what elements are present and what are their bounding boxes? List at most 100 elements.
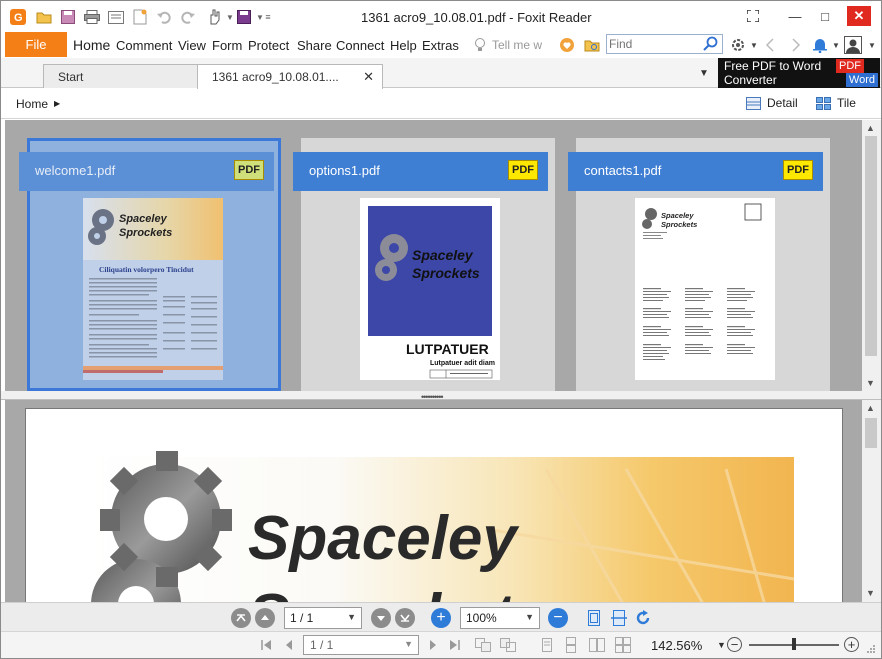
save-icon[interactable] (59, 8, 77, 26)
thumb-brand-line1: Spaceley (119, 213, 168, 225)
pdf-page: Spaceley Sprockets (25, 408, 843, 602)
properties-icon[interactable] (107, 8, 125, 26)
restore-button[interactable]: □ (813, 6, 837, 26)
status-page-value: 1 / 1 (310, 638, 334, 652)
previous-page-icon[interactable] (255, 608, 275, 628)
menu-protect[interactable]: Protect (248, 38, 289, 53)
breadcrumb-home[interactable]: Home (16, 97, 48, 111)
menu-form[interactable]: Form (212, 38, 242, 53)
portfolio-file-card[interactable]: welcome1.pdf PDF Spaceley Sprockets Cili… (19, 138, 281, 391)
next-view-icon[interactable] (500, 637, 516, 653)
find-input[interactable] (609, 36, 701, 52)
menu-connect[interactable]: Connect (336, 38, 384, 53)
status-page-combo[interactable]: 1 / 1 ▼ (303, 635, 419, 655)
tab-document[interactable]: 1361 acro9_10.08.01.... ✕ (197, 64, 383, 89)
rotate-view-icon[interactable] (633, 608, 653, 628)
tab-start[interactable]: Start (43, 64, 199, 88)
breadcrumb-arrow-icon[interactable]: ▶ (54, 99, 60, 108)
search-folder-icon[interactable] (583, 36, 601, 54)
menu-help[interactable]: Help (390, 38, 417, 53)
zoom-in-icon[interactable]: + (431, 608, 451, 628)
fullscreen-icon[interactable] (741, 6, 765, 26)
portfolio-file-card[interactable]: options1.pdf PDF Spaceley Sprockets LUTP… (293, 138, 555, 391)
last-page-icon[interactable] (395, 608, 415, 628)
lightbulb-icon (475, 38, 485, 51)
redo-icon[interactable] (179, 8, 197, 26)
open-folder-icon[interactable] (35, 8, 53, 26)
fit-width-icon[interactable] (609, 608, 629, 628)
scroll-down-icon[interactable]: ▼ (866, 588, 875, 598)
fit-page-icon[interactable] (584, 608, 604, 628)
document-scrollbar[interactable]: ▲ ▼ (862, 400, 881, 602)
resize-grip-icon[interactable] (863, 641, 879, 657)
close-tab-icon[interactable]: ✕ (363, 69, 374, 85)
thumb-heading: Ciliquatin volorpero Tincidut (99, 265, 194, 274)
zoom-out-small-icon[interactable]: − (727, 637, 742, 652)
scrollbar-thumb[interactable] (865, 418, 877, 448)
single-page-icon[interactable] (539, 637, 555, 653)
print-icon[interactable] (83, 8, 101, 26)
page-number-combo[interactable]: 1 / 1 ▼ (284, 607, 362, 629)
portfolio-scrollbar[interactable]: ▲ ▼ (862, 120, 881, 391)
menu-view[interactable]: View (178, 38, 206, 53)
customize-toolbar-icon[interactable]: ≡ (259, 8, 277, 26)
thumb-brand-line1: Spaceley (412, 247, 474, 263)
file-menu-button[interactable]: File (5, 32, 67, 57)
zoom-slider-thumb[interactable] (792, 638, 796, 650)
next-result-icon[interactable] (787, 36, 805, 54)
new-document-icon[interactable] (131, 8, 149, 26)
zoom-level-value: 100% (466, 611, 497, 625)
minimize-button[interactable]: — (783, 6, 807, 26)
next-page-icon[interactable] (371, 608, 391, 628)
status-first-page-icon[interactable] (258, 637, 274, 653)
menu-share[interactable]: Share (297, 38, 332, 53)
zoom-level-combo[interactable]: 100% ▼ (460, 607, 540, 629)
previous-view-icon[interactable] (475, 637, 491, 653)
menu-home[interactable]: Home (73, 37, 110, 53)
tab-list-dropdown-icon[interactable]: ▼ (699, 68, 709, 79)
status-zoom-percent[interactable]: 142.56% (651, 638, 702, 653)
undo-icon[interactable] (155, 8, 173, 26)
tile-view-button[interactable]: Tile (816, 96, 856, 110)
menu-comment[interactable]: Comment (116, 38, 172, 53)
search-icon[interactable] (703, 36, 719, 52)
scroll-up-icon[interactable]: ▲ (866, 403, 875, 413)
detail-view-button[interactable]: Detail (746, 96, 798, 110)
foxit-reader-window: G ▼ ▼ ≡ 1361 acro9_10.08.01.pdf - Foxit … (0, 0, 882, 659)
foxit-logo-icon[interactable]: G (9, 8, 27, 26)
continuous-page-icon[interactable] (563, 637, 579, 653)
status-next-page-icon[interactable] (425, 637, 441, 653)
notification-dropdown-icon[interactable]: ▼ (827, 36, 845, 54)
pdf-to-word-promo-banner[interactable]: Free PDF to Word Converter PDF Word (718, 58, 880, 88)
previous-result-icon[interactable] (761, 36, 779, 54)
tell-me-box[interactable]: Tell me w (474, 35, 552, 55)
scrollbar-thumb[interactable] (865, 136, 877, 356)
portfolio-file-card[interactable]: contacts1.pdf PDF Spaceley Sprockets (568, 138, 830, 391)
chevron-down-icon: ▼ (347, 612, 356, 622)
detail-view-label: Detail (767, 96, 798, 110)
first-page-icon[interactable] (231, 608, 251, 628)
tell-me-label: Tell me w (492, 38, 543, 52)
scroll-down-icon[interactable]: ▼ (866, 378, 875, 388)
user-account-icon[interactable] (844, 36, 862, 54)
user-account-dropdown-icon[interactable]: ▼ (863, 36, 881, 54)
feedback-icon[interactable] (558, 36, 576, 54)
pane-splitter[interactable]: •••••••••• (1, 391, 881, 402)
file-card-header: options1.pdf PDF (293, 152, 548, 191)
pdf-file-icon: PDF (783, 160, 813, 180)
zoom-dropdown-icon[interactable]: ▼ (717, 640, 726, 650)
promo-word-badge: Word (845, 73, 878, 87)
menu-extras[interactable]: Extras (422, 38, 459, 53)
close-window-button[interactable]: ✕ (847, 6, 871, 26)
continuous-facing-icon[interactable] (615, 637, 631, 653)
facing-pages-icon[interactable] (589, 637, 605, 653)
scroll-up-icon[interactable]: ▲ (866, 123, 875, 133)
zoom-in-small-icon[interactable]: + (844, 637, 859, 652)
status-last-page-icon[interactable] (447, 637, 463, 653)
zoom-out-icon[interactable]: − (548, 608, 568, 628)
status-previous-page-icon[interactable] (281, 637, 297, 653)
thumb-brand-line2: Sprockets (412, 265, 480, 281)
window-title: 1361 acro9_10.08.01.pdf - Foxit Reader (361, 10, 592, 25)
file-thumbnail: Spaceley Sprockets Ciliquatin volorpero … (83, 198, 223, 380)
tile-view-icon (816, 96, 831, 110)
